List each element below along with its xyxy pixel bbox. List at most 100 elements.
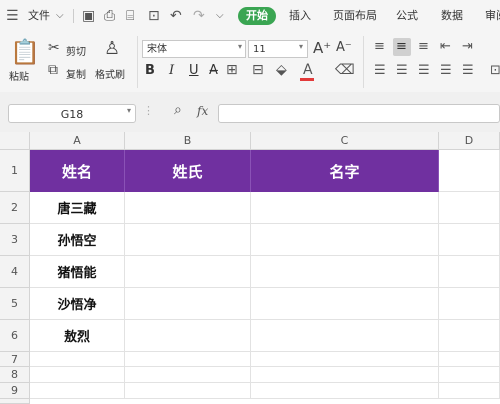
cell-d5[interactable]	[439, 288, 500, 320]
font-name-select[interactable]: 宋体	[142, 40, 246, 58]
cell-c2[interactable]	[251, 192, 439, 224]
cell-d2[interactable]	[439, 192, 500, 224]
format-painter-button[interactable]: 格式刷	[95, 66, 125, 81]
column-header-a[interactable]: A	[30, 132, 125, 150]
cut-button[interactable]: 剪切	[66, 43, 86, 58]
select-all-corner[interactable]	[0, 132, 30, 150]
row-header-10-partial[interactable]	[0, 399, 30, 404]
cell-c7[interactable]	[251, 352, 439, 367]
indent-increase-icon[interactable]: ⇥	[462, 39, 473, 54]
row-header-6[interactable]: 6	[0, 320, 30, 352]
row-header-8[interactable]: 8	[0, 367, 30, 383]
cell-a5[interactable]: 沙悟净	[30, 288, 125, 320]
tab-data[interactable]: 数据	[441, 0, 463, 32]
fx-button[interactable]: fx	[197, 104, 208, 118]
column-header-d[interactable]: D	[439, 132, 500, 150]
cell-c9[interactable]	[251, 383, 439, 399]
cell-b6[interactable]	[125, 320, 251, 352]
cell-a4[interactable]: 猪悟能	[30, 256, 125, 288]
borders-icon[interactable]: ⊞	[226, 62, 238, 78]
paste-icon[interactable]: 📋	[10, 38, 40, 66]
cell-d8[interactable]	[439, 367, 500, 383]
cell-c4[interactable]	[251, 256, 439, 288]
cell-d4[interactable]	[439, 256, 500, 288]
cell-a7[interactable]	[30, 352, 125, 367]
cell-a6[interactable]: 敖烈	[30, 320, 125, 352]
column-header-b[interactable]: B	[125, 132, 251, 150]
italic-button[interactable]: I	[169, 63, 174, 78]
cell-d7[interactable]	[439, 352, 500, 367]
merge-cells-icon[interactable]: ⊡	[490, 63, 500, 78]
cell-d9[interactable]	[439, 383, 500, 399]
redo-icon[interactable]: ↷	[193, 0, 205, 32]
cell-c8[interactable]	[251, 367, 439, 383]
cell-c5[interactable]	[251, 288, 439, 320]
cell-d3[interactable]	[439, 224, 500, 256]
cell-b4[interactable]	[125, 256, 251, 288]
align-right-icon[interactable]: ☰	[418, 63, 430, 78]
cut-icon[interactable]: ✂	[48, 40, 60, 56]
row-header-5[interactable]: 5	[0, 288, 30, 320]
distributed-icon[interactable]: ☰	[462, 63, 474, 78]
font-name-dropdown-icon[interactable]: ▾	[238, 42, 242, 51]
chevron-down-icon[interactable]: ⌵	[56, 0, 64, 32]
fill-color-icon[interactable]: ⊟	[252, 62, 264, 78]
row-header-7[interactable]: 7	[0, 352, 30, 367]
row-header-2[interactable]: 2	[0, 192, 30, 224]
cell-b7[interactable]	[125, 352, 251, 367]
paste-button[interactable]: 粘贴	[9, 68, 29, 83]
justify-icon[interactable]: ☰	[440, 63, 452, 78]
cell-b8[interactable]	[125, 367, 251, 383]
quick-access-dropdown-icon[interactable]: ⌵	[216, 0, 224, 32]
bold-button[interactable]: B	[145, 63, 155, 78]
font-size-dropdown-icon[interactable]: ▾	[299, 42, 303, 51]
name-box-dropdown-icon[interactable]: ▾	[127, 106, 131, 115]
align-center-icon[interactable]: ☰	[396, 63, 408, 78]
cell-a9[interactable]	[30, 383, 125, 399]
print-preview-icon[interactable]: ⊡	[148, 0, 160, 32]
font-color-icon[interactable]: A	[303, 62, 313, 78]
align-top-icon[interactable]: ≡	[374, 39, 385, 54]
formula-input[interactable]	[218, 104, 500, 123]
cell-a8[interactable]	[30, 367, 125, 383]
cell-b5[interactable]	[125, 288, 251, 320]
header-cell-surname[interactable]: 姓氏	[125, 150, 251, 192]
increase-font-size-icon[interactable]: A⁺	[313, 39, 331, 57]
row-header-1[interactable]: 1	[0, 150, 30, 192]
tab-formulas[interactable]: 公式	[396, 0, 418, 32]
name-box-resize-icon[interactable]: ⋮	[143, 104, 154, 117]
tab-insert[interactable]: 插入	[289, 0, 311, 32]
indent-decrease-icon[interactable]: ⇤	[440, 39, 451, 54]
header-cell-given-name[interactable]: 名字	[251, 150, 439, 192]
file-menu[interactable]: 文件	[28, 0, 50, 32]
tab-review[interactable]: 审阅	[485, 0, 500, 32]
clear-format-icon[interactable]: ⌫	[335, 62, 355, 78]
cell-c3[interactable]	[251, 224, 439, 256]
align-middle-icon[interactable]: ≡	[396, 39, 407, 54]
underline-button[interactable]: U	[189, 63, 199, 78]
save-icon[interactable]: ▣	[82, 0, 95, 32]
copy-button[interactable]: 复制	[66, 66, 86, 81]
row-header-9[interactable]: 9	[0, 383, 30, 399]
align-left-icon[interactable]: ☰	[374, 63, 386, 78]
undo-icon[interactable]: ↶	[170, 0, 182, 32]
strikethrough-icon[interactable]: A̶	[209, 63, 218, 78]
align-bottom-icon[interactable]: ≡	[418, 39, 429, 54]
row-header-4[interactable]: 4	[0, 256, 30, 288]
row-header-3[interactable]: 3	[0, 224, 30, 256]
cell-b2[interactable]	[125, 192, 251, 224]
zoom-icon[interactable]: ⌕	[174, 102, 182, 118]
hamburger-icon[interactable]: ☰	[6, 0, 19, 32]
header-cell-name[interactable]: 姓名	[30, 150, 125, 192]
cell-b9[interactable]	[125, 383, 251, 399]
cell-a3[interactable]: 孙悟空	[30, 224, 125, 256]
format-painter-icon[interactable]: ♙	[104, 38, 120, 59]
column-header-c[interactable]: C	[251, 132, 439, 150]
cell-d6[interactable]	[439, 320, 500, 352]
copy-icon[interactable]: ⧉	[48, 62, 58, 78]
cell-a2[interactable]: 唐三藏	[30, 192, 125, 224]
print-icon[interactable]: ⌸	[126, 0, 134, 32]
tab-start[interactable]: 开始	[238, 7, 276, 25]
cell-d1[interactable]	[439, 150, 500, 192]
paint-bucket-icon[interactable]: ⬙	[276, 62, 287, 78]
